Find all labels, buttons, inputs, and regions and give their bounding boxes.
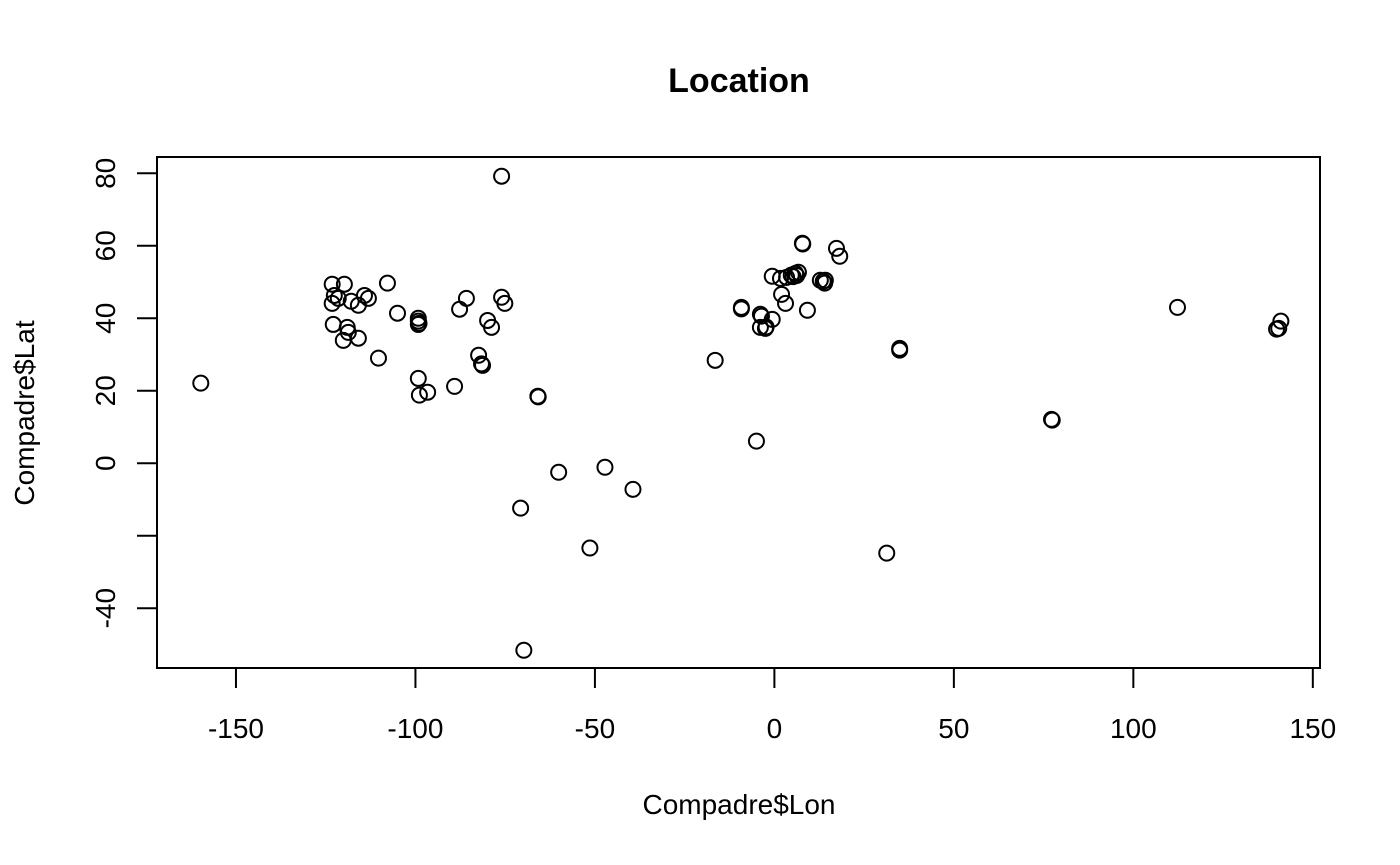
- data-point: [1168, 298, 1186, 316]
- data-point: [457, 289, 475, 307]
- data-point: [388, 304, 406, 322]
- data-point: [624, 480, 642, 498]
- data-point: [798, 301, 816, 319]
- data-point: [451, 300, 469, 318]
- y-axis: -40 0 20 40 60 80: [90, 158, 158, 628]
- data-point: [596, 458, 614, 476]
- data-point: [773, 285, 791, 303]
- x-tick-label: -100: [387, 713, 443, 744]
- x-tick-label: -50: [575, 713, 615, 744]
- data-point: [777, 294, 795, 312]
- y-tick-label: 20: [90, 375, 121, 406]
- data-point: [1043, 410, 1061, 428]
- data-point: [369, 349, 387, 367]
- data-point: [419, 383, 437, 401]
- data-point: [446, 377, 464, 395]
- data-point: [581, 539, 599, 557]
- x-tick-label: -150: [208, 713, 264, 744]
- y-tick-label: 40: [90, 303, 121, 334]
- data-point: [550, 463, 568, 481]
- data-point: [512, 499, 530, 517]
- x-axis: -150 -100 -50 0 50 100 150: [208, 667, 1336, 744]
- scatter-chart: Location -150 -100 -50 0 50 100 150 -40 0 20 40 60…: [9, 62, 1336, 820]
- data-point: [515, 641, 533, 659]
- data-point: [324, 315, 342, 333]
- data-point: [493, 167, 511, 185]
- x-tick-label: 0: [767, 713, 783, 744]
- plot-frame: [156, 156, 1321, 669]
- data-point: [747, 432, 765, 450]
- chart-title: Location: [668, 62, 810, 100]
- y-axis-label: Compadre$Lat: [9, 320, 40, 505]
- y-tick-label: 0: [90, 455, 121, 471]
- data-point: [706, 351, 724, 369]
- data-point: [192, 374, 210, 392]
- data-point: [529, 388, 547, 406]
- x-axis-label: Compadre$Lon: [642, 789, 835, 820]
- y-tick-label: 80: [90, 158, 121, 189]
- data-point: [378, 274, 396, 292]
- y-tick-label: -40: [90, 588, 121, 628]
- data-point: [878, 544, 896, 562]
- x-tick-label: 100: [1110, 713, 1157, 744]
- x-tick-label: 50: [938, 713, 969, 744]
- data-points: [192, 167, 1290, 659]
- y-tick-label: 60: [90, 230, 121, 261]
- data-point: [794, 235, 812, 253]
- data-point: [409, 369, 427, 387]
- data-point: [410, 386, 428, 404]
- x-tick-label: 150: [1289, 713, 1336, 744]
- data-point: [470, 346, 488, 364]
